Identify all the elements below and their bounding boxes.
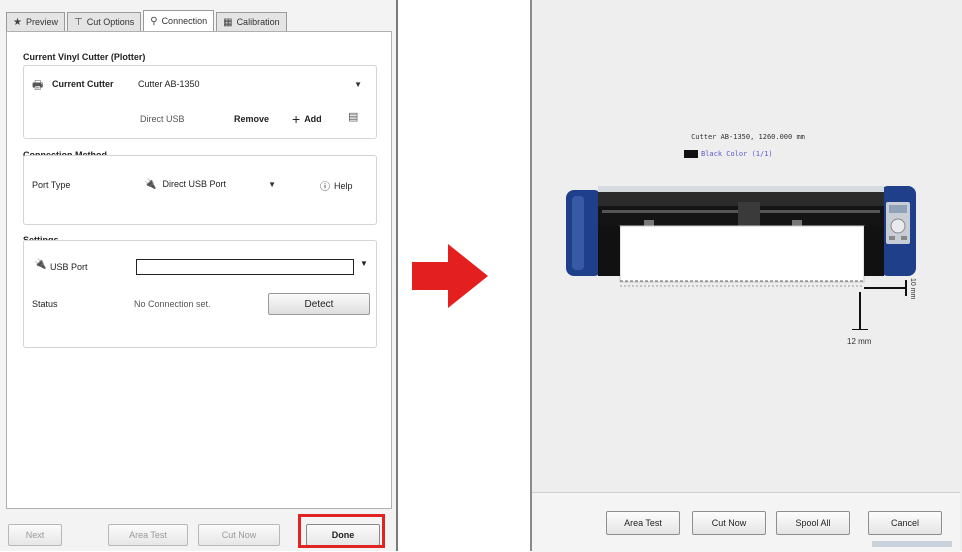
settings-icon[interactable]: ▤ (348, 110, 358, 123)
area-test-button[interactable]: Area Test (108, 524, 188, 546)
color-layer-row[interactable]: Black Color (1/1) (684, 150, 773, 158)
section-title-current-cutter: Current Vinyl Cutter (Plotter) (23, 52, 146, 62)
port-type-value: Direct USB Port (162, 179, 226, 189)
connection-type-text: Direct USB (140, 114, 185, 124)
remove-button[interactable]: Remove (234, 114, 269, 124)
port-type-label: Port Type (32, 180, 71, 190)
spool-all-button[interactable]: Spool All (776, 511, 850, 535)
cancel-button[interactable]: Cancel (868, 511, 942, 535)
cut-preview-window: Cutter AB-1350, 1260.000 mm Black Color … (530, 0, 962, 552)
arrow-right-icon (412, 244, 488, 308)
area-test-button[interactable]: Area Test (606, 511, 680, 535)
tab-label: Calibration (236, 17, 280, 27)
help-icon: ⓘ (320, 182, 330, 193)
usb-port-select[interactable] (136, 259, 354, 275)
preview-icon: ★ (13, 16, 22, 28)
plotter-icon: 🖶 (32, 78, 44, 92)
tab-label: Connection (161, 16, 208, 26)
usb-plug-icon: 🔌 (144, 178, 157, 190)
tab-cut-options[interactable]: ⊤ Cut Options (66, 12, 142, 31)
current-cutter-value: Cutter AB-1350 (138, 79, 200, 89)
tab-preview[interactable]: ★ Preview (6, 12, 65, 31)
calibration-icon: ▦ (223, 16, 233, 28)
cutter-info-text: Cutter AB-1350, 1260.000 mm (691, 133, 805, 141)
current-cutter-label: Current Cutter (52, 79, 114, 89)
tab-label: Preview (25, 17, 58, 27)
connection-icon: ⚲ (150, 15, 158, 27)
current-cutter-group: 🖶 Current Cutter Cutter AB-1350 ▼ Direct… (23, 65, 377, 139)
status-strip (872, 541, 952, 547)
plus-icon: + (292, 111, 301, 127)
usb-port-label: USB Port (50, 262, 88, 272)
cut-now-button[interactable]: Cut Now (198, 524, 280, 546)
help-label: Help (334, 180, 353, 191)
next-button[interactable]: Next (8, 524, 62, 546)
chevron-down-icon[interactable]: ▼ (360, 259, 368, 268)
done-highlight-box (298, 514, 385, 548)
color-label: Black Color (1/1) (701, 150, 773, 158)
status-label: Status (32, 299, 58, 309)
tab-calibration[interactable]: ▦ Calibration (216, 12, 287, 31)
offset-right-label: 10 mm (909, 278, 916, 300)
color-swatch (684, 150, 698, 158)
port-type-select[interactable]: 🔌 Direct USB Port ▼ (140, 176, 280, 192)
connection-tab-panel: Current Vinyl Cutter (Plotter) 🖶 Current… (6, 31, 392, 509)
settings-group: 🔌 USB Port ▼ Status No Connection set. D… (23, 240, 377, 348)
cut-now-button[interactable]: Cut Now (692, 511, 766, 535)
add-label: Add (304, 114, 322, 124)
status-value: No Connection set. (134, 299, 211, 309)
usb-plug-icon: 🔌 (34, 259, 47, 270)
connection-dialog: ★ Preview ⊤ Cut Options ⚲ Connection ▦ C… (0, 0, 398, 551)
help-button[interactable]: ⓘ Help (320, 178, 353, 194)
detect-button[interactable]: Detect (268, 293, 370, 315)
offset-bottom-label: 12 mm (847, 337, 872, 346)
add-button[interactable]: + Add (292, 111, 322, 127)
tab-connection[interactable]: ⚲ Connection (143, 10, 215, 31)
vinyl-cutter-image (566, 186, 916, 330)
cut-options-icon: ⊤ (73, 16, 83, 28)
connection-method-group: Port Type 🔌 Direct USB Port ▼ ⓘ Help (23, 155, 377, 225)
current-cutter-select[interactable]: Cutter AB-1350 ▼ (134, 76, 366, 92)
chevron-down-icon: ▼ (268, 179, 276, 189)
tab-label: Cut Options (86, 17, 135, 27)
tab-strip: ★ Preview ⊤ Cut Options ⚲ Connection ▦ C… (6, 10, 287, 32)
chevron-down-icon: ▼ (354, 79, 362, 89)
